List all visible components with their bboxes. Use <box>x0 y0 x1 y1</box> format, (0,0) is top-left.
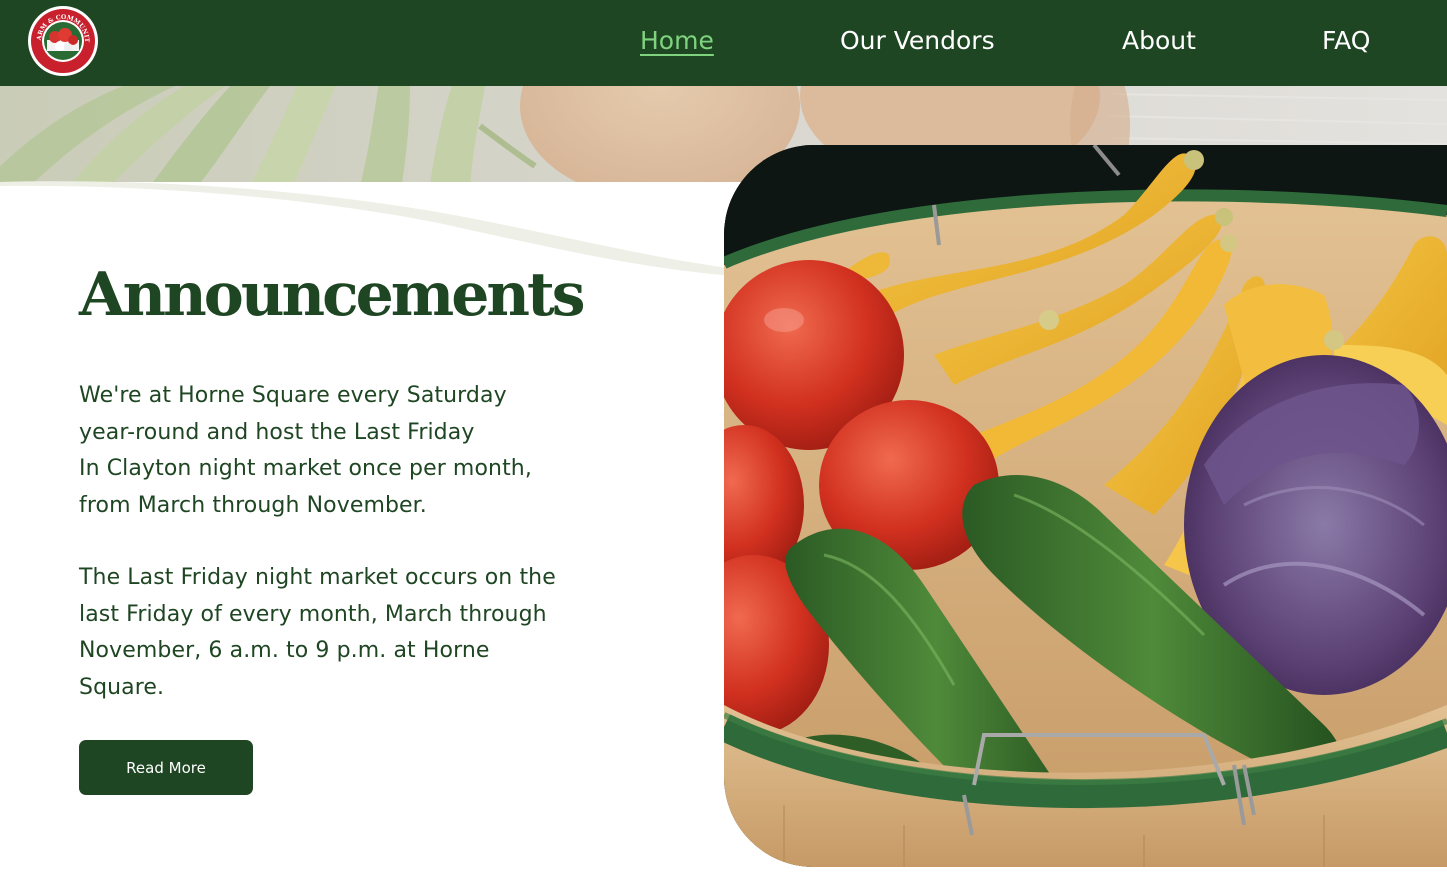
paragraph-line: In Clayton night market once per month, <box>79 456 532 481</box>
paragraph-line: last Friday of every month, March throug… <box>79 601 547 627</box>
nav-faq[interactable]: FAQ <box>1322 22 1370 60</box>
read-more-button[interactable]: Read More <box>79 740 253 795</box>
paragraph-line: November, 6 a.m. to 9 p.m. at Horne <box>79 638 490 663</box>
produce-basket-image <box>724 145 1447 867</box>
nav-our-vendors[interactable]: Our Vendors <box>840 22 995 60</box>
announcement-paragraph-1: We're at Horne Square every Saturday yea… <box>79 378 679 524</box>
nav-about[interactable]: About <box>1122 22 1196 60</box>
nav-home[interactable]: Home <box>640 22 714 60</box>
paragraph-line: We're at Horne Square every Saturday <box>79 383 507 408</box>
paragraph-line: from March through November. <box>79 492 427 518</box>
announcement-paragraph-2: The Last Friday night market occurs on t… <box>79 560 679 706</box>
paragraph-line: year-round and host the Last Friday <box>79 419 475 445</box>
paragraph-line: Square. <box>79 674 165 700</box>
paragraph-line: The Last Friday night market occurs on t… <box>79 565 556 590</box>
market-logo[interactable]: CLAYTON FARM & COMMUNITY MARKET <box>24 0 99 77</box>
site-header: CLAYTON FARM & COMMUNITY MARKET Home Our… <box>0 0 1447 86</box>
announcements-heading: Announcements <box>79 260 586 330</box>
market-logo-icon: CLAYTON FARM & COMMUNITY MARKET <box>24 0 98 76</box>
